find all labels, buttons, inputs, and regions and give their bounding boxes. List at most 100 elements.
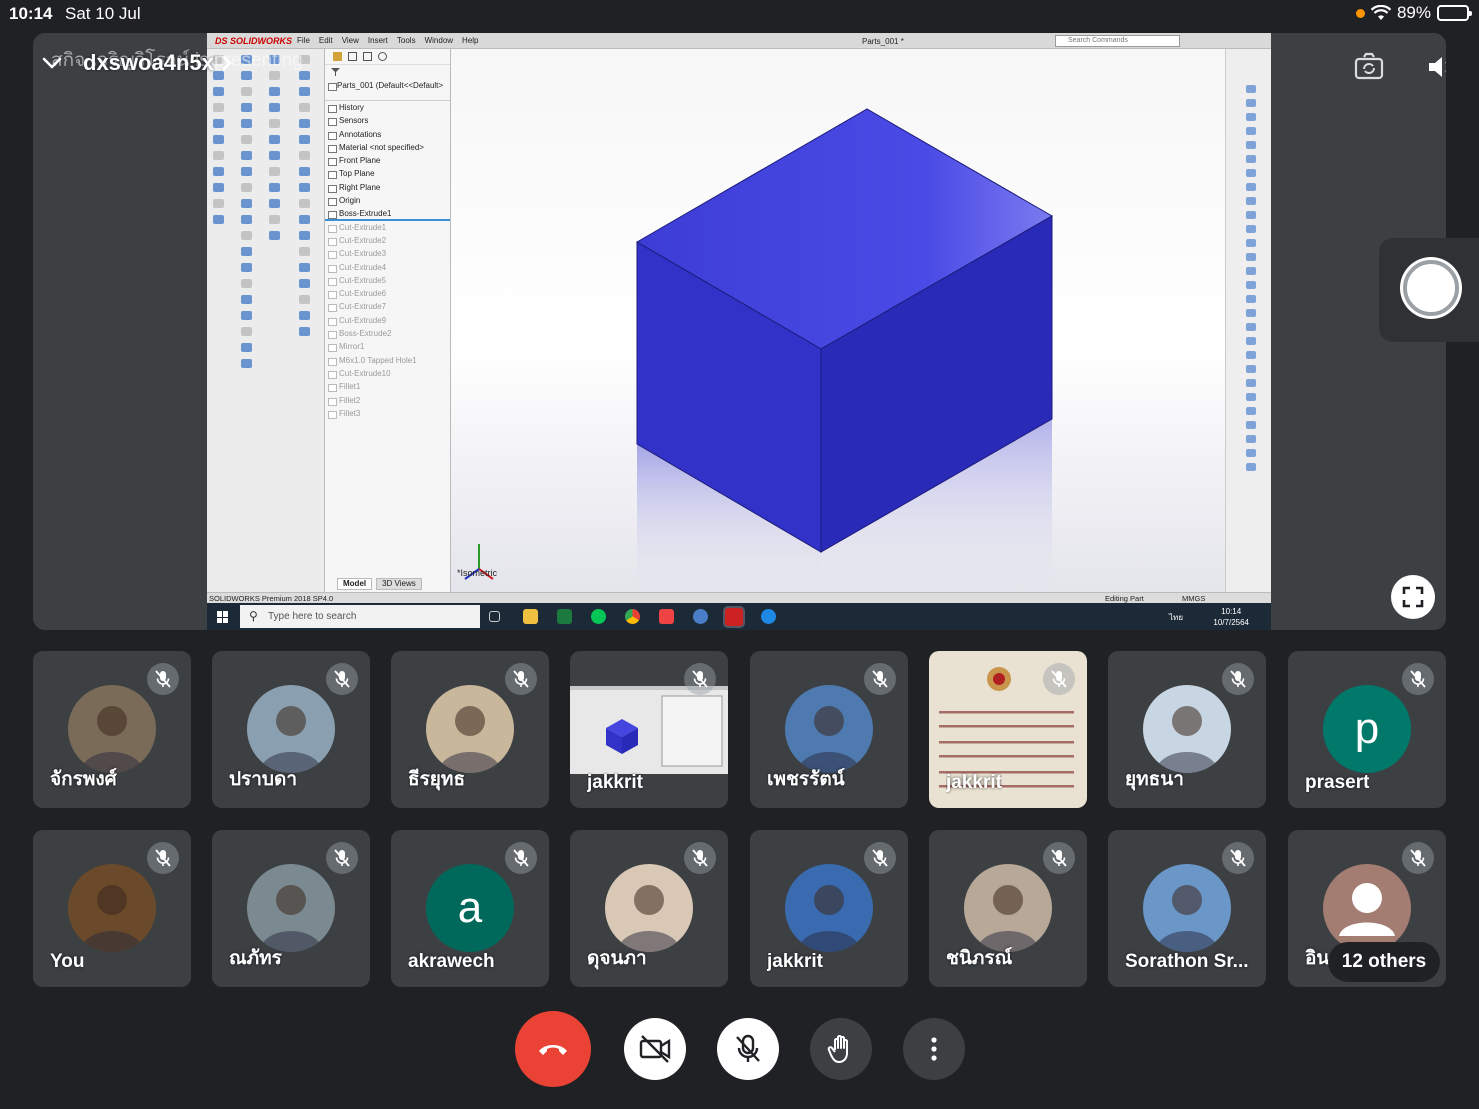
sw-tool-icon <box>269 215 280 224</box>
sw-tree-item: Fillet3 <box>325 407 450 420</box>
hang-up-icon <box>539 1045 567 1055</box>
sw-sketch-tool-icon <box>1246 211 1256 219</box>
chevron-down-icon[interactable] <box>39 50 65 76</box>
presentation-header: dxswoa4n5x <box>33 33 234 93</box>
sw-sketch-tool-icon <box>1246 365 1256 373</box>
participant-tile[interactable]: jakkrit <box>750 830 908 987</box>
sw-tool-icon <box>299 263 310 272</box>
avatar <box>247 685 335 773</box>
photo-placeholder <box>617 885 681 952</box>
status-indicators: 89% <box>1355 3 1472 23</box>
sw-sketch-tool-icon <box>1246 127 1256 135</box>
sw-filter-icon <box>325 65 450 79</box>
sw-tool-icon <box>241 151 252 160</box>
sw-tool-icon <box>269 87 280 96</box>
chevron-right-icon[interactable] <box>220 53 234 73</box>
sw-tool-icon <box>241 103 252 112</box>
sw-tool-icon <box>299 103 310 112</box>
muted-mic-icon <box>147 663 179 695</box>
sw-tree-item: Top Plane <box>325 167 450 180</box>
presentation-stage[interactable]: สกิจ เจริญวิโรจน์ is presenting dxswoa4n… <box>33 33 1446 630</box>
participant-tile[interactable]: จักรพงศ์ <box>33 651 191 808</box>
sw-command-manager <box>207 49 325 594</box>
more-options-button[interactable] <box>903 1018 965 1080</box>
participant-name: Sorathon Sr... <box>1125 951 1249 972</box>
person-icon <box>1339 883 1395 936</box>
sw-tool-icon <box>241 231 252 240</box>
participant-name: jakkrit <box>946 772 1002 793</box>
meeting-code[interactable]: dxswoa4n5x <box>83 50 214 76</box>
sw-menu-item: Edit <box>318 36 333 45</box>
taskbar-date: 10/7/2564 <box>1213 618 1249 627</box>
participant-name: ณภัทร <box>229 948 282 969</box>
participant-tile[interactable]: ปราบดา <box>212 651 370 808</box>
participant-tile[interactable]: ธีรยุทธ <box>391 651 549 808</box>
avatar <box>68 685 156 773</box>
sw-sketch-tool-icon <box>1246 379 1256 387</box>
participant-tile[interactable]: p prasert <box>1288 651 1446 808</box>
sw-tool-icon <box>299 199 310 208</box>
sw-tree-item: Right Plane <box>325 181 450 194</box>
camera-switch-icon[interactable] <box>1353 51 1385 83</box>
sw-sketch-tool-icon <box>1246 407 1256 415</box>
sw-tree-item: Cut-Extrude9 <box>325 314 450 327</box>
sw-tree-item: Cut-Extrude10 <box>325 367 450 380</box>
sw-tool-icon <box>241 119 252 128</box>
avatar <box>1143 864 1231 952</box>
sw-tree-item: M6x1.0 Tapped Hole1 <box>325 354 450 367</box>
participant-tile[interactable]: ดุจนภา <box>570 830 728 987</box>
fullscreen-button[interactable] <box>1391 575 1435 619</box>
participant-tile[interactable]: jakkrit <box>570 651 728 808</box>
recording-dot-icon <box>1355 8 1365 18</box>
sw-tool-icon <box>241 199 252 208</box>
participant-tile[interactable]: Sorathon Sr... <box>1108 830 1266 987</box>
photo-placeholder <box>438 706 502 773</box>
sw-tree-item: Cut-Extrude6 <box>325 287 450 300</box>
others-count[interactable]: 12 others <box>1328 942 1440 982</box>
participant-name: jakkrit <box>767 951 823 972</box>
sw-menu-item: Help <box>462 36 479 45</box>
sw-sketch-tool-icon <box>1246 169 1256 177</box>
sw-tree-item: Boss-Extrude1 <box>325 207 450 221</box>
participant-tile[interactable]: เพชรรัตน์ <box>750 651 908 808</box>
sw-search-input: Search Commands <box>1055 35 1180 47</box>
participant-tile[interactable]: You <box>33 830 191 987</box>
muted-mic-icon <box>1402 663 1434 695</box>
participant-tile[interactable]: ชนิภรณ์ <box>929 830 1087 987</box>
sw-tool-icon <box>241 263 252 272</box>
wifi-icon <box>1370 5 1391 20</box>
sw-sketch-tool-icon <box>1246 141 1256 149</box>
sw-tool-icon <box>269 119 280 128</box>
participant-tile[interactable]: a akrawech <box>391 830 549 987</box>
sw-sketch-tool-icon <box>1246 309 1256 317</box>
sw-tree-tab-icon <box>333 52 342 61</box>
sw-tree-item: Front Plane <box>325 154 450 167</box>
sw-model-tabs: Model 3D Views <box>337 578 422 590</box>
end-call-button[interactable] <box>515 1011 591 1087</box>
sw-tool-icon <box>241 215 252 224</box>
capture-button[interactable] <box>1403 260 1459 316</box>
sw-tool-icon <box>213 151 224 160</box>
camera-off-button[interactable] <box>624 1018 686 1080</box>
photo-placeholder <box>797 706 861 773</box>
participant-tile[interactable]: ยุทธนา <box>1108 651 1266 808</box>
participant-name: You <box>50 951 85 972</box>
muted-mic-icon <box>326 842 358 874</box>
sw-version-text: SOLIDWORKS Premium 2018 SP4.0 <box>209 594 334 603</box>
photo-placeholder <box>976 885 1040 952</box>
sw-sketch-tool-icon <box>1246 421 1256 429</box>
sw-sketch-tool-icon <box>1246 393 1256 401</box>
participant-tile[interactable]: ณภัทร <box>212 830 370 987</box>
sw-units-text: MMGS <box>1182 594 1206 603</box>
avatar <box>605 864 693 952</box>
photo-placeholder <box>259 885 323 952</box>
mic-off-button[interactable] <box>717 1018 779 1080</box>
participant-tile[interactable]: jakkrit <box>929 651 1087 808</box>
raise-hand-button[interactable] <box>810 1018 872 1080</box>
muted-mic-icon <box>1222 663 1254 695</box>
taskbar-language: ไทย <box>1169 613 1183 622</box>
sw-tool-icon <box>299 215 310 224</box>
speaker-icon[interactable] <box>1425 51 1446 83</box>
sw-tool-icon <box>269 167 280 176</box>
sw-sketch-tool-icon <box>1246 435 1256 443</box>
